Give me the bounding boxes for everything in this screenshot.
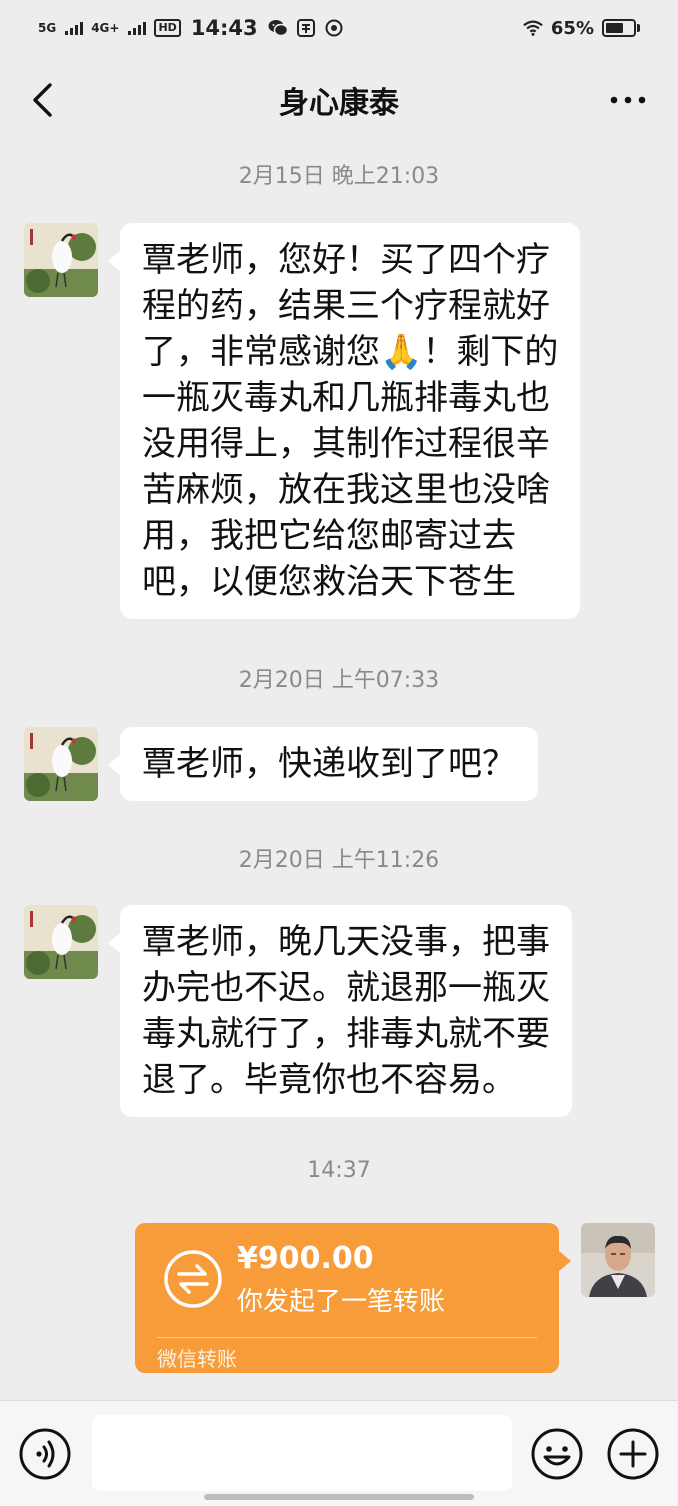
message-timestamp: 2月20日 上午07:33 — [238, 668, 440, 693]
status-left: 5G 4G+ HD 14:43 — [38, 16, 344, 40]
message-line: 办完也不迟。就退那一瓶灭 — [142, 968, 550, 1008]
more-dots-icon — [610, 96, 646, 104]
contact-avatar[interactable] — [24, 727, 98, 801]
message-line: 覃老师，晚几天没事，把事 — [142, 922, 550, 962]
message-line: 吧，以便您救治天下苍生 — [142, 562, 516, 602]
battery-icon — [602, 19, 640, 37]
message-bubble[interactable]: 覃老师，您好！买了四个疗 程的药，结果三个疗程就好 了，非常感谢您🙏！剩下的 一… — [107, 223, 581, 619]
chat-header: 身心康泰 — [0, 56, 678, 144]
emoji-button[interactable] — [530, 1427, 584, 1481]
signal-icon-2 — [128, 21, 147, 35]
message-line: 覃老师，您好！买了四个疗 — [142, 240, 550, 280]
chat-title: 身心康泰 — [279, 86, 399, 121]
message-line: 退了。毕竟你也不容易。 — [142, 1060, 516, 1100]
more-functions-button[interactable] — [606, 1427, 660, 1481]
battery-fill — [606, 23, 623, 33]
hd-icon: HD — [154, 19, 181, 37]
sync-icon — [324, 18, 344, 38]
transfer-card[interactable]: ¥900.00 你发起了一笔转账 微信转账 — [135, 1223, 571, 1373]
status-right: 65% — [523, 18, 640, 39]
wechat-icon — [268, 18, 288, 38]
transfer-footer: 微信转账 — [157, 1347, 237, 1371]
status-bar: 5G 4G+ HD 14:43 65% — [0, 0, 678, 56]
message-line: 没用得上，其制作过程很辛 — [142, 424, 550, 464]
home-indicator[interactable] — [204, 1494, 474, 1500]
voice-input-button[interactable] — [18, 1427, 72, 1481]
chevron-left-icon — [33, 83, 52, 117]
transfer-description: 你发起了一笔转账 — [237, 1287, 446, 1317]
contact-avatar[interactable] — [24, 905, 98, 979]
message-timestamp: 2月15日 晚上21:03 — [238, 164, 440, 189]
message-bubble[interactable]: 覃老师，晚几天没事，把事 办完也不迟。就退那一瓶灭 毒丸就行了，排毒丸就不要 退… — [108, 905, 572, 1117]
voice-icon — [19, 1428, 71, 1480]
battery-percent: 65% — [550, 17, 594, 39]
message-line: 苦麻烦，放在我这里也没啥 — [142, 470, 550, 510]
signal-4g-label: 4G+ — [91, 21, 120, 35]
message-line: 一瓶灭毒丸和几瓶排毒丸也 — [142, 378, 550, 418]
plus-icon — [607, 1428, 659, 1480]
message-timestamp: 2月20日 上午11:26 — [238, 848, 440, 873]
transfer-icon — [163, 1249, 223, 1309]
message-timestamp: 14:37 — [307, 1158, 371, 1183]
message-line: 覃老师，快递收到了吧？ — [142, 744, 516, 784]
emoji-icon — [531, 1428, 583, 1480]
status-time: 14:43 — [190, 16, 258, 40]
wifi-icon — [523, 18, 543, 38]
contact-avatar[interactable] — [24, 223, 98, 297]
message-line: 了，非常感谢您🙏！剩下的 — [142, 332, 559, 372]
message-line: 程的药，结果三个疗程就好 — [142, 286, 550, 326]
chat-input-bar — [0, 1400, 678, 1506]
back-button[interactable] — [22, 80, 62, 120]
chat-screen: 5G 4G+ HD 14:43 65% 身心康泰 2月15日 晚上21:03 覃… — [0, 0, 678, 1506]
transfer-amount: ¥900.00 — [237, 1241, 374, 1276]
message-input[interactable] — [92, 1415, 512, 1491]
app-notification-icon — [296, 18, 316, 38]
message-line: 毒丸就行了，排毒丸就不要 — [142, 1014, 550, 1054]
signal-5g-label: 5G — [38, 21, 57, 35]
more-button[interactable] — [608, 84, 648, 116]
signal-icon — [65, 21, 84, 35]
message-bubble[interactable]: 覃老师，快递收到了吧？ — [108, 727, 538, 801]
transfer-divider — [157, 1337, 537, 1338]
message-line: 用，我把它给您邮寄过去 — [142, 516, 516, 556]
my-avatar[interactable] — [581, 1223, 655, 1297]
